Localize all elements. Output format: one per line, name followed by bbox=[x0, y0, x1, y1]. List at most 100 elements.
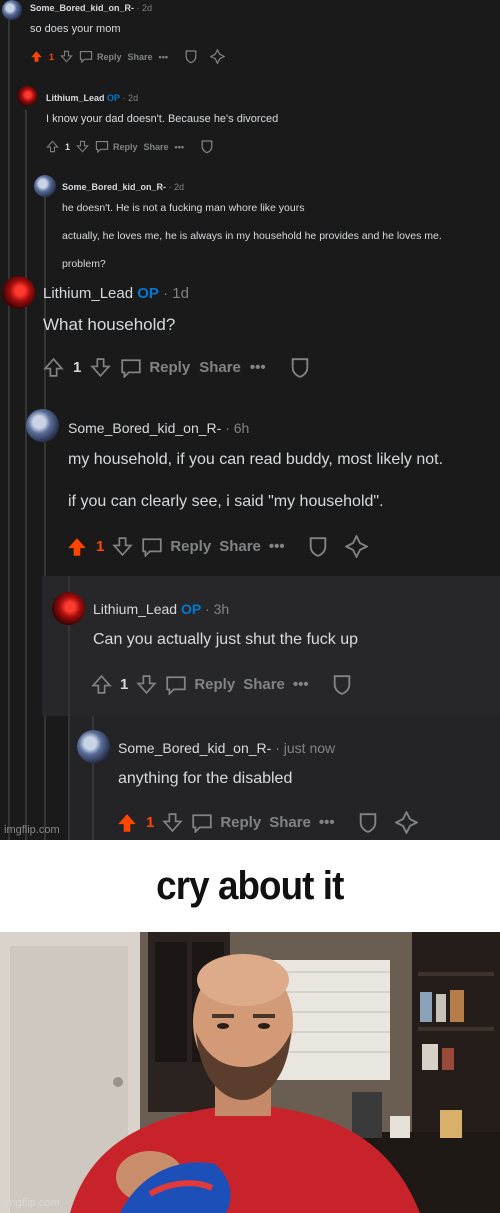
upvote-arrow-icon[interactable] bbox=[116, 812, 138, 834]
vote-count: 1 bbox=[146, 814, 155, 831]
more-options-button[interactable]: ••• bbox=[159, 52, 168, 62]
share-button[interactable]: Share bbox=[128, 52, 153, 62]
speech-bubble-icon bbox=[95, 141, 109, 153]
speech-bubble-icon bbox=[121, 358, 142, 378]
comment-text-line: if you can clearly see, i said "my house… bbox=[68, 493, 384, 510]
vote-count: 1 bbox=[65, 141, 71, 152]
watermark: imgflip.com bbox=[4, 1197, 60, 1209]
comment-text-line: my household, if you can read buddy, mos… bbox=[68, 451, 444, 468]
comment-age: · just now bbox=[275, 740, 336, 756]
shield-icon[interactable] bbox=[357, 811, 379, 834]
upvote-arrow-icon[interactable] bbox=[30, 50, 43, 63]
shield-icon[interactable] bbox=[331, 673, 353, 696]
share-button[interactable]: Share bbox=[144, 142, 169, 152]
vote-count: 1 bbox=[73, 359, 82, 376]
shield-icon[interactable] bbox=[200, 139, 214, 154]
comment-text: What household? bbox=[43, 315, 176, 334]
username[interactable]: Some_Bored_kid_on_R- bbox=[118, 740, 271, 756]
username[interactable]: Some_Bored_kid_on_R- bbox=[62, 182, 166, 192]
share-button[interactable]: Share bbox=[269, 814, 311, 831]
comment-actions: 1 Reply Share ••• bbox=[66, 535, 368, 558]
reply-button[interactable]: Reply bbox=[120, 358, 190, 378]
comment-text-line: problem? bbox=[62, 258, 106, 270]
comment-actions: 1 Reply Share ••• bbox=[91, 673, 353, 696]
more-options-button[interactable]: ••• bbox=[250, 359, 266, 376]
username[interactable]: Lithium_Lead bbox=[43, 285, 133, 302]
comment-text: so does your mom bbox=[30, 23, 121, 35]
comment-age: · 1d bbox=[163, 285, 189, 302]
reply-label: Reply bbox=[97, 51, 122, 62]
avatar[interactable] bbox=[2, 276, 35, 309]
username[interactable]: Lithium_Lead bbox=[46, 93, 105, 103]
downvote-arrow-icon[interactable] bbox=[60, 50, 73, 63]
avatar[interactable] bbox=[77, 730, 110, 763]
reply-button[interactable]: Reply bbox=[79, 50, 122, 63]
comment-actions: 1 Reply Share ••• bbox=[30, 49, 225, 64]
speech-bubble-icon bbox=[79, 51, 93, 63]
upvote-arrow-icon[interactable] bbox=[43, 357, 64, 378]
caption-panel: cry about it bbox=[0, 840, 500, 932]
upvote-arrow-icon[interactable] bbox=[66, 536, 88, 558]
award-icon[interactable] bbox=[210, 49, 225, 64]
comment-age: · 2d bbox=[122, 93, 139, 103]
shield-icon[interactable] bbox=[307, 535, 329, 558]
downvote-arrow-icon[interactable] bbox=[112, 536, 134, 557]
avatar[interactable] bbox=[52, 592, 85, 625]
upvote-arrow-icon[interactable] bbox=[46, 140, 59, 153]
reply-label: Reply bbox=[149, 359, 191, 376]
comment-age: · 3h bbox=[205, 601, 230, 617]
avatar[interactable] bbox=[26, 409, 59, 442]
comment-text: Can you actually just shut the fuck up bbox=[93, 631, 359, 648]
speech-bubble-icon bbox=[166, 675, 187, 695]
op-badge: OP bbox=[137, 285, 159, 302]
comment-text: I know your dad doesn't. Because he's di… bbox=[46, 113, 279, 125]
award-icon[interactable] bbox=[394, 811, 418, 834]
reply-label: Reply bbox=[113, 141, 138, 152]
username[interactable]: Some_Bored_kid_on_R- bbox=[30, 3, 134, 13]
reply-button[interactable]: Reply bbox=[141, 537, 211, 557]
comment-text-line: actually, he loves me, he is always in m… bbox=[62, 230, 442, 242]
reaction-photo-illustration bbox=[0, 932, 500, 1213]
caption-text: cry about it bbox=[156, 863, 344, 908]
thread-line[interactable] bbox=[25, 110, 27, 840]
reply-button[interactable]: Reply bbox=[165, 675, 235, 695]
shield-icon[interactable] bbox=[289, 356, 311, 379]
comment-actions: 1 Reply Share ••• bbox=[116, 811, 418, 834]
more-options-button[interactable]: ••• bbox=[269, 538, 285, 555]
reply-label: Reply bbox=[220, 814, 262, 831]
upvote-arrow-icon[interactable] bbox=[91, 674, 112, 695]
avatar[interactable] bbox=[34, 175, 56, 197]
comment-text: anything for the disabled bbox=[118, 770, 293, 787]
downvote-arrow-icon[interactable] bbox=[90, 357, 112, 378]
avatar[interactable] bbox=[2, 0, 22, 20]
username[interactable]: Lithium_Lead bbox=[93, 601, 177, 617]
vote-count: 1 bbox=[120, 676, 129, 693]
reply-button[interactable]: Reply bbox=[191, 813, 261, 833]
share-button[interactable]: Share bbox=[243, 676, 285, 693]
comment-actions: 1 Reply Share ••• bbox=[43, 356, 311, 379]
reply-label: Reply bbox=[170, 538, 212, 555]
share-button[interactable]: Share bbox=[219, 538, 261, 555]
vote-count: 1 bbox=[96, 538, 105, 555]
username[interactable]: Some_Bored_kid_on_R- bbox=[68, 420, 221, 436]
avatar[interactable] bbox=[17, 86, 37, 106]
reply-button[interactable]: Reply bbox=[95, 140, 138, 153]
op-badge: OP bbox=[180, 601, 202, 617]
comment-age: · 2d bbox=[168, 182, 185, 192]
share-button[interactable]: Share bbox=[199, 359, 241, 376]
watermark: imgflip.com bbox=[4, 824, 60, 836]
downvote-arrow-icon[interactable] bbox=[136, 674, 158, 695]
downvote-arrow-icon[interactable] bbox=[162, 812, 184, 833]
downvote-arrow-icon[interactable] bbox=[76, 140, 89, 153]
reddit-comment-screenshot: Some_Bored_kid_on_R- · 2d so does your m… bbox=[0, 0, 500, 840]
more-options-button[interactable]: ••• bbox=[175, 142, 184, 152]
speech-bubble-icon bbox=[192, 813, 213, 833]
shield-icon[interactable] bbox=[184, 49, 198, 64]
more-options-button[interactable]: ••• bbox=[319, 814, 335, 831]
comment-text-line: he doesn't. He is not a fucking man whor… bbox=[62, 202, 305, 214]
more-options-button[interactable]: ••• bbox=[293, 676, 309, 693]
award-icon[interactable] bbox=[344, 535, 368, 558]
comment-age: · 2d bbox=[136, 3, 153, 13]
reply-label: Reply bbox=[194, 676, 236, 693]
thread-line[interactable] bbox=[8, 18, 10, 840]
